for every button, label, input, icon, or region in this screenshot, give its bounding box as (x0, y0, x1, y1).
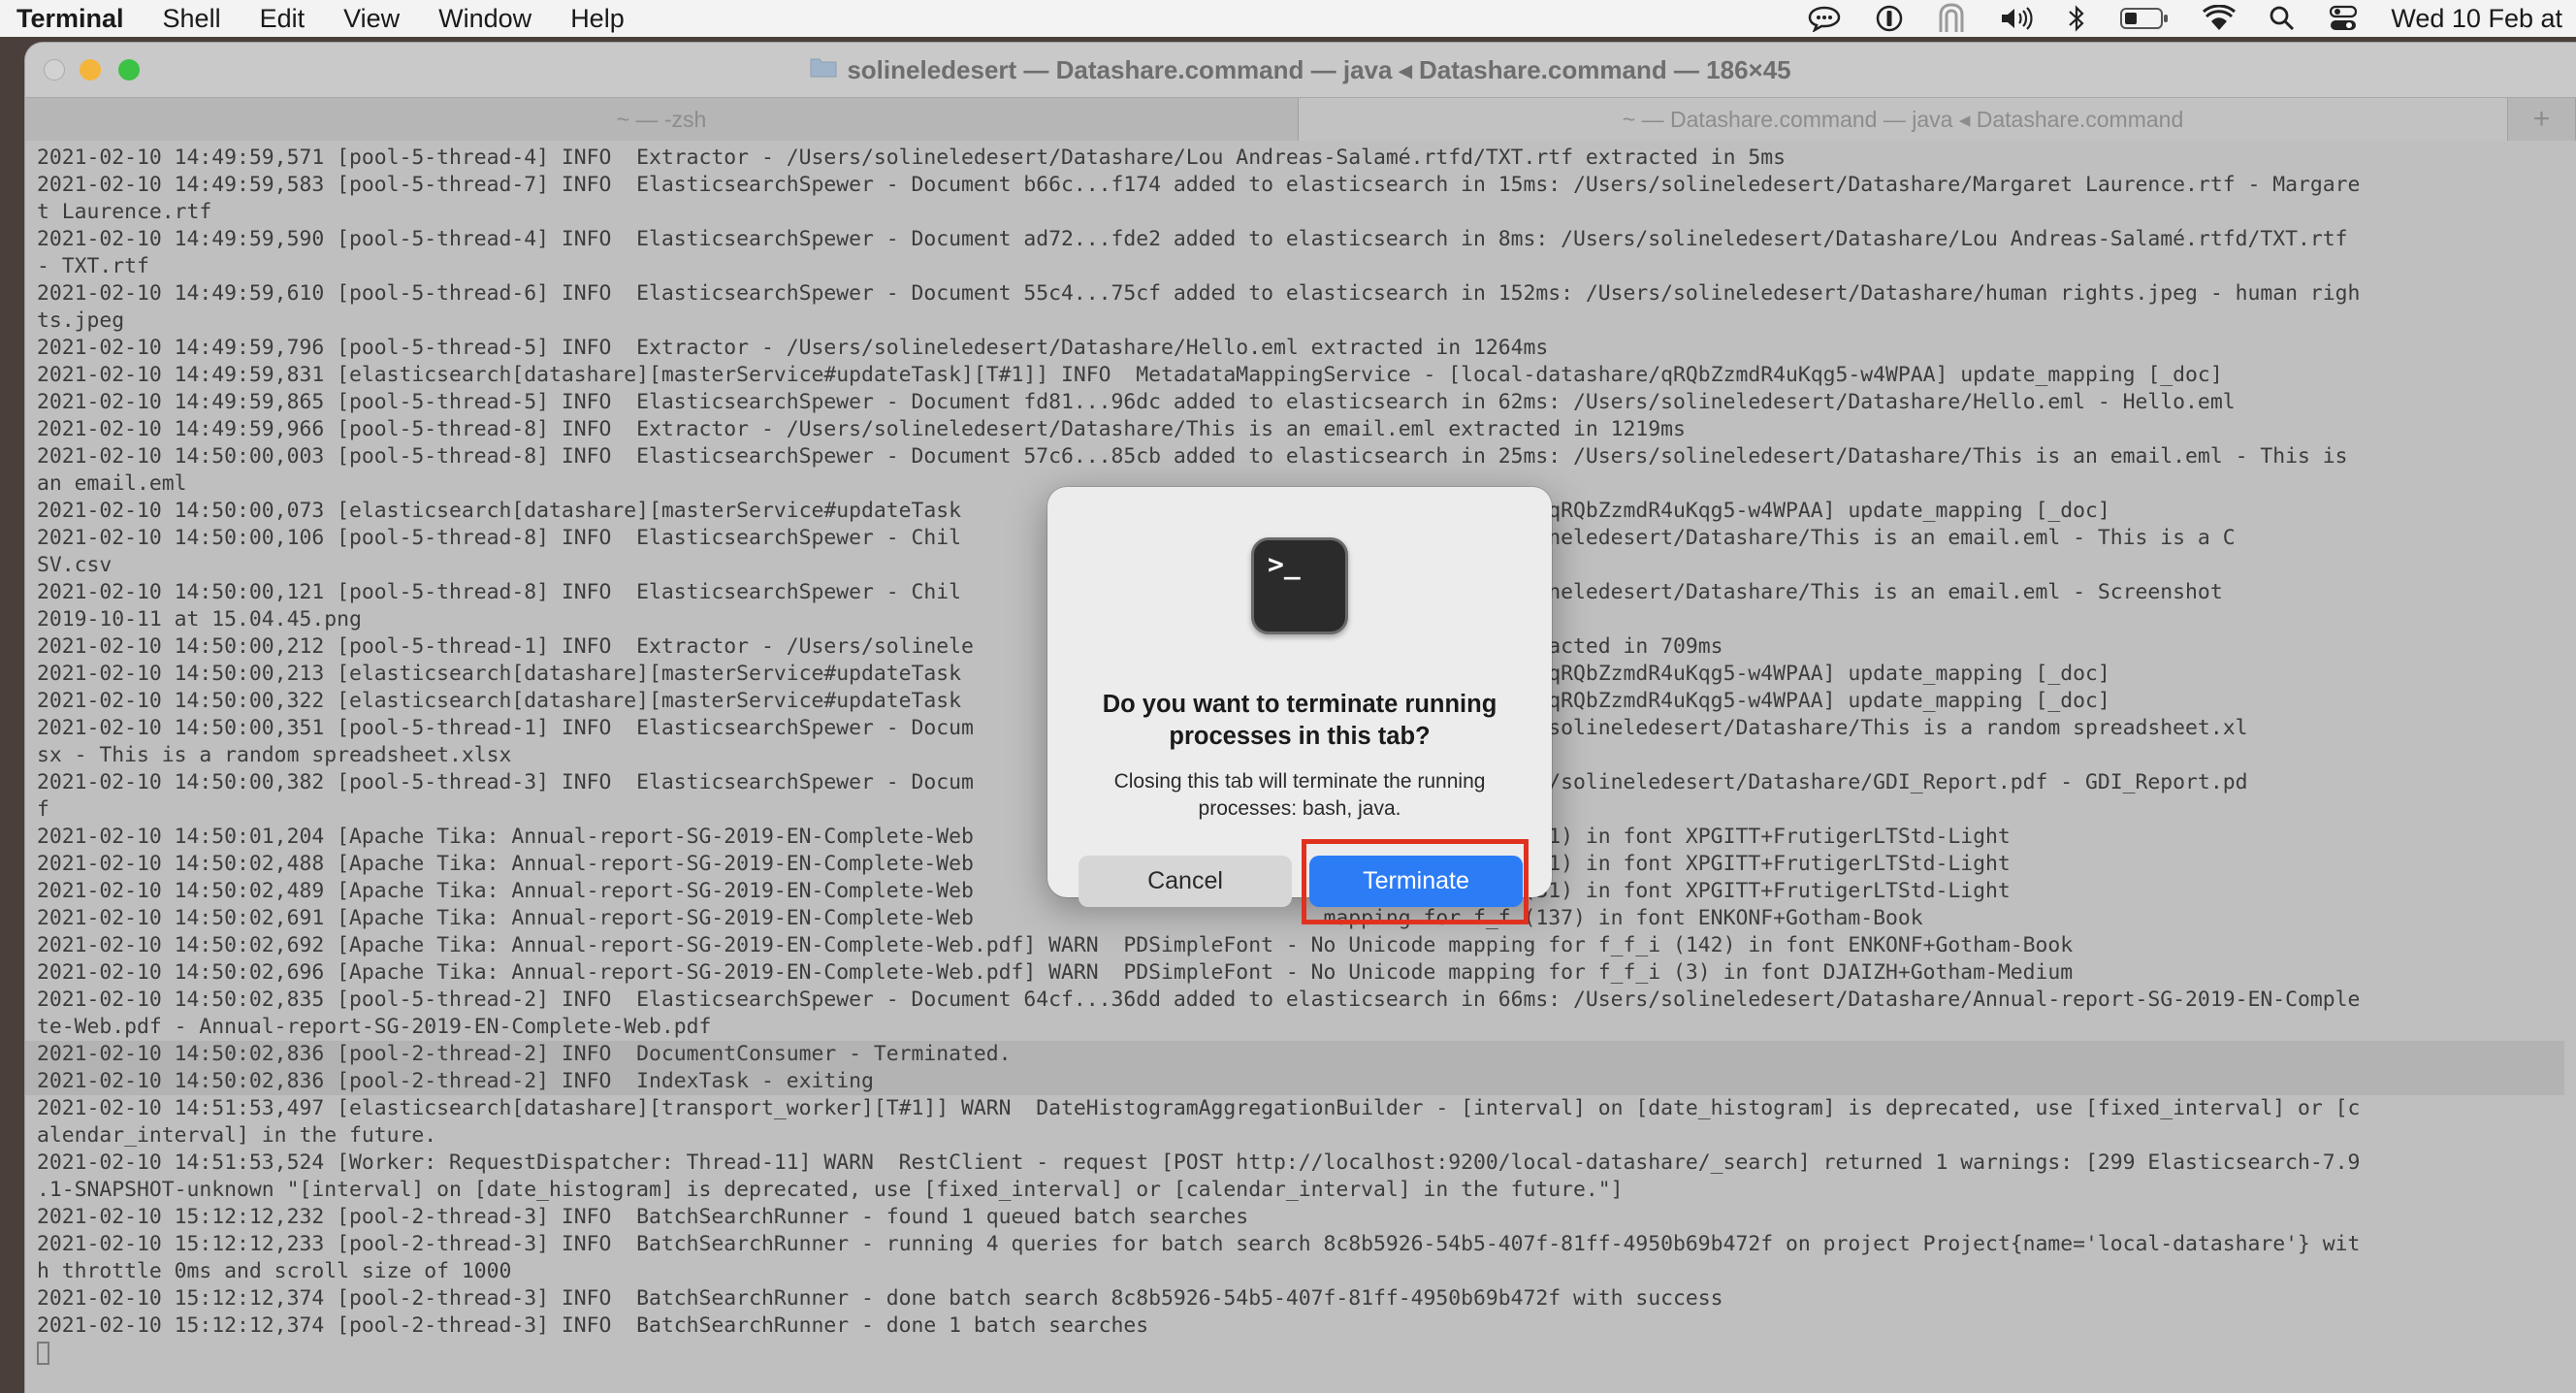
annotation-highlight-box (1302, 839, 1529, 924)
log-line: 2021-02-10 14:50:02,836 [pool-2-thread-2… (25, 1041, 2564, 1068)
status-menu-area: Wed 10 Feb at (1807, 0, 2576, 37)
terminal-cursor (37, 1342, 49, 1365)
window-title: solineledesert — Datashare.command — jav… (25, 43, 2576, 97)
search-icon[interactable] (2269, 5, 2296, 32)
log-line: 2021-02-10 14:51:53,524 [Worker: Request… (37, 1150, 2361, 1175)
log-line: 2021-02-10 14:49:59,865 [pool-5-thread-5… (37, 390, 2236, 414)
log-line: 2021-02-10 14:51:53,497 [elasticsearch[d… (37, 1096, 2361, 1120)
dialog-title: Do you want to terminate running process… (1102, 691, 1497, 750)
tab-bar: ~ — -zsh ~ — Datashare.command — java ◂ … (25, 97, 2576, 142)
terminate-dialog: >_ Do you want to terminate running proc… (1047, 487, 1552, 907)
menu-clock[interactable]: Wed 10 Feb at (2391, 4, 2562, 34)
control-center-icon[interactable] (2329, 5, 2358, 32)
log-line: 2021-02-10 15:12:12,233 [pool-2-thread-3… (37, 1232, 2361, 1256)
log-line: 2021-02-10 14:49:59,966 [pool-5-thread-8… (37, 417, 1686, 441)
log-line: 2021-02-10 14:50:02,836 [pool-2-thread-2… (25, 1068, 2564, 1095)
log-line: 2021-02-10 14:50:02,696 [Apache Tika: An… (37, 960, 2074, 985)
menu-app-name[interactable]: Terminal (16, 4, 124, 34)
menu-bar: Terminal Shell Edit View Window Help Wed… (0, 0, 2576, 37)
log-line: 2021-02-10 14:49:59,583 [pool-5-thread-7… (37, 173, 2361, 197)
battery-icon[interactable] (2119, 6, 2170, 31)
log-line: 2021-02-10 14:49:59,571 [pool-5-thread-4… (37, 146, 1786, 170)
title-bar[interactable]: solineledesert — Datashare.command — jav… (25, 43, 2576, 97)
menu-view[interactable]: View (343, 4, 400, 34)
terminal-app-icon: >_ (1251, 537, 1348, 634)
log-line: - TXT.rtf (37, 254, 149, 278)
log-line: 2021-02-10 15:12:12,374 [pool-2-thread-3… (37, 1286, 1723, 1311)
log-line: 2021-02-10 15:12:12,232 [pool-2-thread-3… (37, 1205, 1249, 1229)
log-line: te-Web.pdf - Annual-report-SG-2019-EN-Co… (37, 1015, 712, 1039)
log-line: alendar_interval] in the future. (37, 1123, 437, 1148)
messages-icon[interactable] (1807, 5, 1842, 32)
tab-datashare[interactable]: ~ — Datashare.command — java ◂ Datashare… (1299, 98, 2508, 141)
log-line: ts.jpeg (37, 308, 125, 333)
log-line: h throttle 0ms and scroll size of 1000 (37, 1259, 512, 1283)
window-title-text: solineledesert — Datashare.command — jav… (847, 55, 1791, 84)
log-line: 2021-02-10 14:49:59,610 [pool-5-thread-6… (37, 281, 2361, 306)
log-line: 2021-02-10 14:50:02,835 [pool-5-thread-2… (37, 988, 2361, 1012)
volume-icon[interactable] (1999, 5, 2034, 32)
vpn-icon[interactable] (1937, 3, 1966, 34)
menu-window[interactable]: Window (438, 4, 531, 34)
bluetooth-icon[interactable] (2067, 4, 2086, 33)
new-tab-button[interactable]: + (2508, 98, 2576, 141)
cancel-button[interactable]: Cancel (1079, 856, 1292, 907)
menu-edit[interactable]: Edit (260, 4, 306, 34)
tab-zsh[interactable]: ~ — -zsh (25, 98, 1299, 141)
terminal-prompt-glyph: >_ (1268, 548, 1301, 580)
log-line: 2021-02-10 14:49:59,590 [pool-5-thread-4… (37, 227, 2348, 251)
log-line: 2021-02-10 15:12:12,374 [pool-2-thread-3… (37, 1313, 1149, 1338)
log-line: .1-SNAPSHOT-unknown "[interval] on [date… (37, 1178, 1624, 1202)
wifi-icon[interactable] (2203, 5, 2237, 32)
log-line: t Laurence.rtf (37, 200, 212, 224)
log-line: 2021-02-10 14:50:00,003 [pool-5-thread-8… (37, 444, 2348, 469)
log-line: 2021-02-10 14:49:59,831 [elasticsearch[d… (37, 363, 2223, 387)
menu-help[interactable]: Help (570, 4, 625, 34)
folder-icon (810, 43, 837, 96)
menu-shell[interactable]: Shell (163, 4, 221, 34)
log-line: 2021-02-10 14:49:59,796 [pool-5-thread-5… (37, 336, 1549, 360)
onepassword-icon[interactable] (1875, 4, 1904, 33)
log-line: 2021-02-10 14:50:02,692 [Apache Tika: An… (37, 933, 2074, 957)
dialog-message: Closing this tab will terminate the runn… (1113, 770, 1486, 820)
